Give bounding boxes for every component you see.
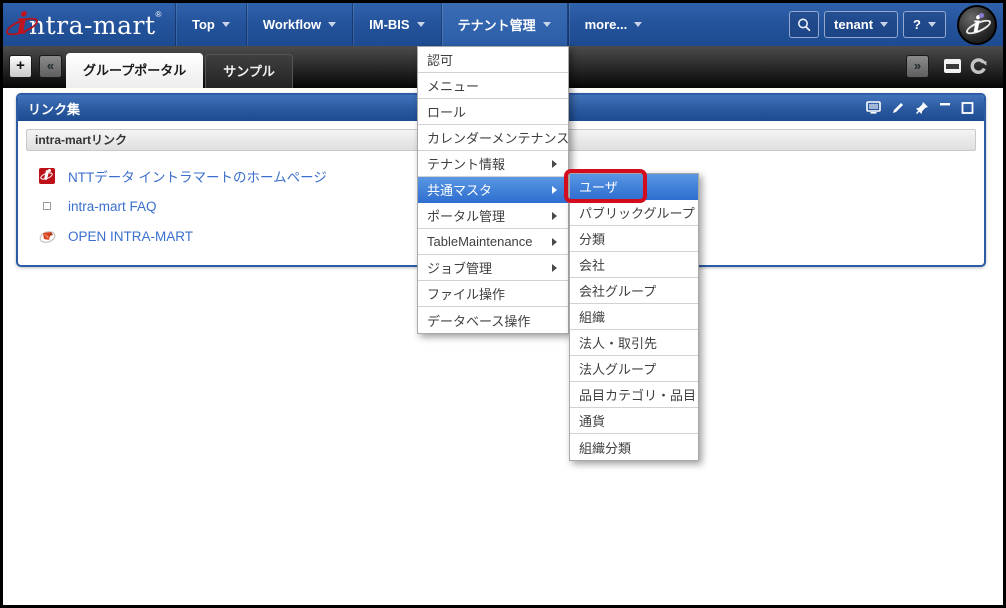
scroll-tabs-right-button[interactable]: » — [906, 55, 929, 78]
submenu-item-company[interactable]: 会社 — [570, 252, 698, 278]
intra-mart-favicon-icon — [38, 168, 56, 184]
square-outline-icon — [38, 202, 56, 210]
portal-tabs: グループポータル サンプル — [66, 53, 295, 88]
menu-item-file-operation[interactable]: ファイル操作 — [418, 281, 568, 307]
search-icon — [796, 17, 812, 33]
scroll-tabs-left-button[interactable]: « — [39, 55, 62, 78]
portlet-toolbar — [866, 101, 974, 115]
top-nav-right-controls: tenant ? i — [789, 3, 1003, 46]
logo-registered-mark: ® — [156, 10, 162, 19]
menu-item-database-operation[interactable]: データベース操作 — [418, 307, 568, 333]
submenu-item-organization[interactable]: 組織 — [570, 304, 698, 330]
chevron-down-icon — [222, 22, 230, 31]
submenu-item-company-group[interactable]: 会社グループ — [570, 278, 698, 304]
link-open-intra-mart[interactable]: OPEN INTRA-MART — [68, 229, 193, 244]
menu-item-auth[interactable]: 認可 — [418, 47, 568, 73]
link-intra-mart-faq[interactable]: intra-mart FAQ — [68, 199, 157, 214]
menu-item-portal-management[interactable]: ポータル管理 — [418, 203, 568, 229]
top-nav-bar: intra-mart® Top Workflow IM-BIS テナント管理 m… — [3, 3, 1003, 46]
logo-text: ntra-mart — [29, 11, 156, 40]
refresh-icon[interactable] — [969, 57, 987, 81]
submenu-item-organization-classification[interactable]: 組織分類 — [570, 434, 698, 460]
submenu-arrow-icon — [552, 212, 561, 220]
nav-item-more[interactable]: more... — [568, 3, 659, 46]
intra-mart-logo[interactable]: intra-mart® — [3, 3, 175, 46]
chevron-down-icon — [928, 22, 936, 31]
menu-item-menu[interactable]: メニュー — [418, 73, 568, 99]
link-ntt-data-homepage[interactable]: NTTデータ イントラマートのホームページ — [68, 166, 327, 186]
search-button[interactable] — [789, 11, 819, 38]
menu-item-calendar-maintenance[interactable]: カレンダーメンテナンス — [418, 125, 568, 151]
tab-group-portal[interactable]: グループポータル — [66, 53, 203, 88]
chevron-down-icon — [328, 22, 336, 31]
add-tab-button[interactable]: + — [9, 55, 32, 78]
tenant-management-menu: 認可 メニュー ロール カレンダーメンテナンス テナント情報 共通マスタ ポータ… — [417, 46, 569, 334]
chevron-down-icon — [543, 22, 551, 31]
submenu-item-public-group[interactable]: パブリックグループ — [570, 200, 698, 226]
tab-sample[interactable]: サンプル — [205, 54, 293, 88]
intra-mart-badge-icon[interactable]: i — [957, 5, 997, 45]
menu-item-job-management[interactable]: ジョブ管理 — [418, 255, 568, 281]
window-view-icon[interactable] — [944, 59, 961, 73]
menu-item-tenant-info[interactable]: テナント情報 — [418, 151, 568, 177]
submenu-item-corporation-customer[interactable]: 法人・取引先 — [570, 330, 698, 356]
submenu-item-corporation-group[interactable]: 法人グループ — [570, 356, 698, 382]
tenant-dropdown[interactable]: tenant — [824, 11, 898, 38]
submenu-arrow-icon — [552, 186, 561, 194]
monitor-icon[interactable] — [866, 101, 881, 115]
submenu-item-item-category[interactable]: 品目カテゴリ・品目 — [570, 382, 698, 408]
submenu-arrow-icon — [552, 264, 561, 272]
nav-item-workflow[interactable]: Workflow — [246, 3, 352, 46]
nav-item-tenant-management[interactable]: テナント管理 — [441, 3, 568, 46]
logo-letter-i: i — [17, 7, 28, 42]
maximize-icon[interactable] — [961, 101, 974, 115]
chevron-down-icon — [417, 22, 425, 31]
submenu-arrow-icon — [552, 238, 561, 246]
pin-icon[interactable] — [915, 101, 929, 115]
top-nav-items: Top Workflow IM-BIS テナント管理 more... — [175, 3, 658, 46]
menu-item-common-master[interactable]: 共通マスタ — [418, 177, 568, 203]
help-dropdown[interactable]: ? — [903, 11, 946, 38]
chevron-down-icon — [634, 22, 642, 31]
portlet-title: リンク集 — [28, 99, 80, 118]
minimize-icon[interactable] — [939, 101, 951, 115]
common-master-submenu: ユーザ パブリックグループ 分類 会社 会社グループ 組織 法人・取引先 法人グ… — [569, 173, 699, 461]
chevron-down-icon — [880, 22, 888, 31]
app-window: intra-mart® Top Workflow IM-BIS テナント管理 m… — [3, 3, 1003, 605]
nav-item-top[interactable]: Top — [175, 3, 246, 46]
open-intra-mart-bird-icon — [38, 228, 56, 244]
submenu-item-user[interactable]: ユーザ — [570, 174, 698, 200]
pencil-edit-icon[interactable] — [891, 101, 905, 115]
submenu-item-classification[interactable]: 分類 — [570, 226, 698, 252]
menu-item-role[interactable]: ロール — [418, 99, 568, 125]
submenu-item-currency[interactable]: 通貨 — [570, 408, 698, 434]
submenu-arrow-icon — [552, 160, 561, 168]
nav-item-im-bis[interactable]: IM-BIS — [352, 3, 440, 46]
menu-item-table-maintenance[interactable]: TableMaintenance — [418, 229, 568, 255]
intra-mart-logo-mark: intra-mart® — [17, 10, 162, 40]
